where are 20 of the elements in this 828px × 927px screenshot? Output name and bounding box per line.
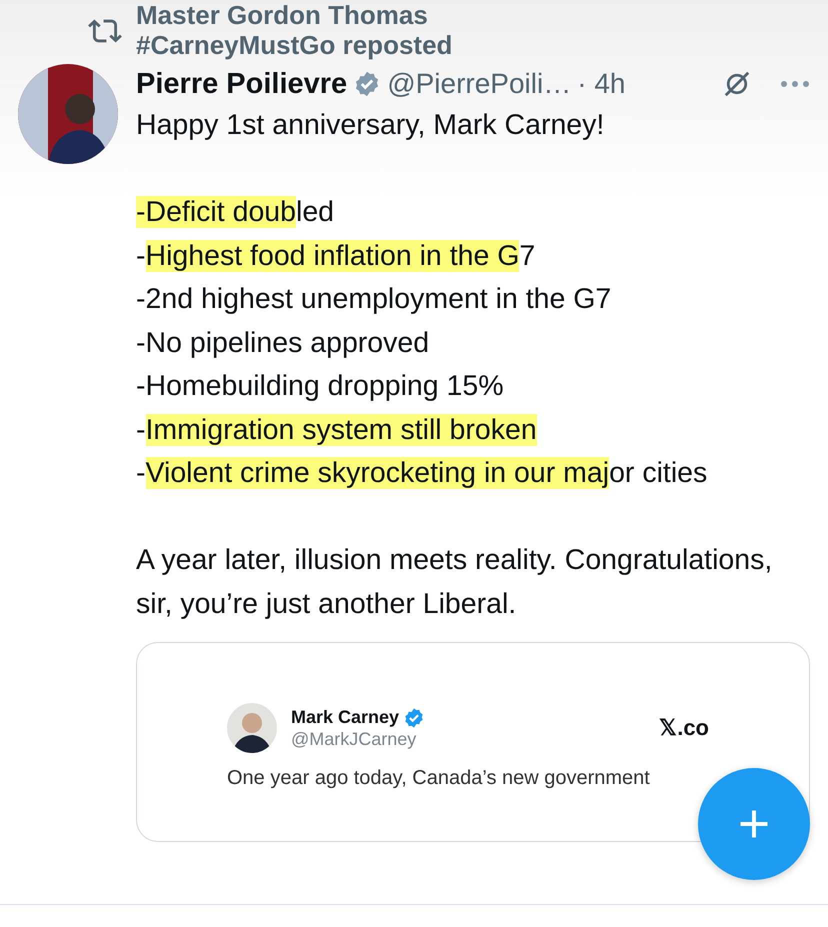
post-text: Happy 1st anniversary, Mark Carney! bbox=[136, 108, 606, 143]
more-icon[interactable] bbox=[780, 79, 810, 89]
slashed-circle-icon[interactable] bbox=[722, 69, 752, 99]
verified-badge-icon bbox=[403, 706, 426, 728]
list-line: -Highest food inflation in the G7 bbox=[136, 238, 536, 274]
site-label: 𝕏.co bbox=[659, 715, 709, 741]
post-time: · 4h bbox=[577, 68, 626, 100]
quoted-author-handle: @MarkJCarney bbox=[291, 728, 418, 750]
list-line: -Homebuilding dropping 15% bbox=[136, 369, 505, 404]
list-line: -No pipelines approved bbox=[136, 326, 430, 360]
list-line: -Immigration system still broken bbox=[136, 412, 538, 448]
quoted-author-name: Mark Carney bbox=[291, 707, 400, 728]
quoted-text: One year ago today, Canada’s new government bbox=[227, 767, 651, 790]
post-text: A year later, illusion meets reality. Congratulations, sir, you’re just another Liberal. bbox=[136, 543, 774, 622]
author-name[interactable]: Pierre Poilievre bbox=[136, 68, 348, 100]
author-handle: @PierrePoili… bbox=[387, 68, 572, 100]
list-line: -Deficit doubled bbox=[136, 195, 336, 230]
avatar bbox=[227, 703, 277, 753]
repost-label: Master Gordon Thomas #CarneyMustGo reposted bbox=[136, 0, 452, 60]
list-line: -2nd highest unemployment in the G7 bbox=[136, 282, 612, 317]
